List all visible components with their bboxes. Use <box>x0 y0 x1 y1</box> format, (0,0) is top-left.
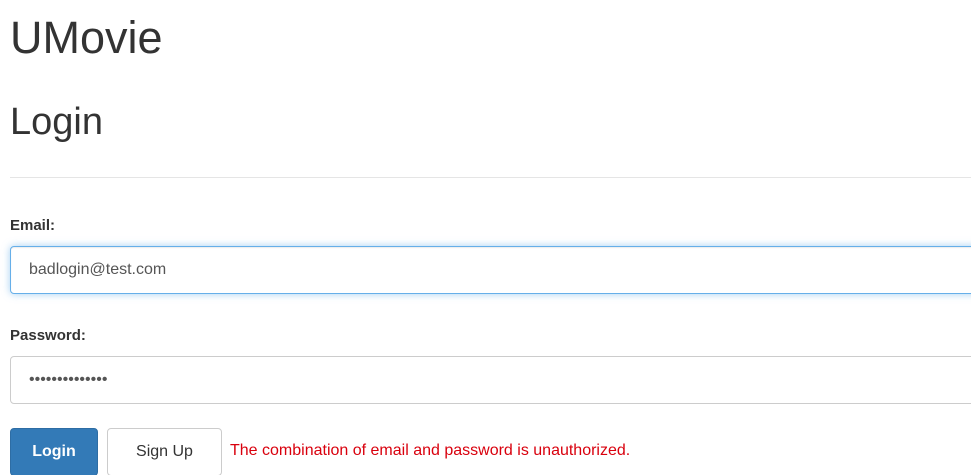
email-label: Email: <box>10 217 56 234</box>
divider <box>10 177 971 178</box>
app-title: UMovie <box>10 12 163 63</box>
login-button[interactable]: Login <box>10 428 98 475</box>
password-label: Password: <box>10 327 86 344</box>
page-title: Login <box>10 101 103 143</box>
email-field[interactable] <box>10 246 971 294</box>
sign-up-button[interactable]: Sign Up <box>107 428 222 475</box>
login-page: UMovie Login Email: Password: Login Sign… <box>0 0 971 475</box>
password-field[interactable] <box>10 356 971 404</box>
error-message: The combination of email and password is… <box>230 442 631 459</box>
